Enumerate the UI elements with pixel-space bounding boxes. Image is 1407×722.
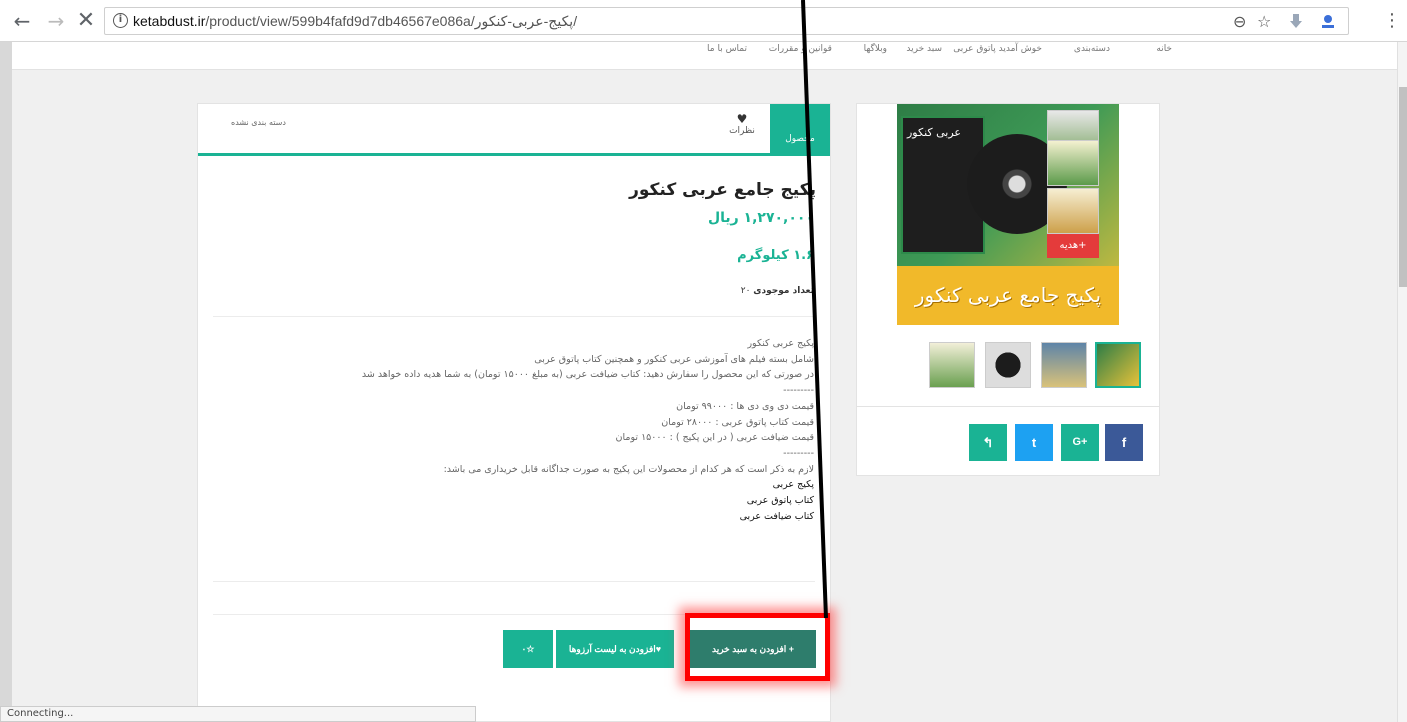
thumbnail[interactable]: [929, 342, 975, 388]
nav-item[interactable]: دسته‌بندی: [1074, 44, 1110, 54]
product-main-image[interactable]: عربی کنکور +هدیه پکیج جامع عربی کنکور: [897, 104, 1119, 325]
stock-label: تعداد موجودی: [753, 286, 814, 296]
box-title: عربی کنکور: [907, 126, 961, 139]
scrollbar-thumb[interactable]: [1399, 87, 1407, 287]
highlight-box: [685, 613, 830, 681]
facebook-icon[interactable]: f: [1105, 424, 1143, 461]
thumbnail-active[interactable]: [1095, 342, 1141, 388]
status-bar: Connecting...: [0, 706, 476, 722]
address-bar[interactable]: i ketabdust.ir/product/view/599b4fafd9d7…: [104, 7, 1349, 35]
nav-item[interactable]: خانه: [1156, 44, 1172, 54]
description-line: پکیج عربی: [772, 479, 814, 491]
bookmark-star-icon[interactable]: ☆: [1257, 12, 1271, 31]
product-banner: پکیج جامع عربی کنکور: [897, 266, 1119, 325]
window-edge: [0, 42, 12, 706]
download-extension-icon[interactable]: [1288, 13, 1304, 29]
product-gallery: عربی کنکور +هدیه پکیج جامع عربی کنکور ↰ …: [856, 103, 1160, 476]
page-scrollbar[interactable]: [1397, 42, 1407, 722]
product-title: پکیج جامع عربی کنکور: [629, 180, 816, 200]
url-text: ketabdust.ir/product/view/599b4fafd9d7db…: [133, 13, 577, 30]
close-icon[interactable]: ✕: [74, 9, 98, 33]
heart-icon: ♥: [736, 112, 748, 126]
nav-item[interactable]: سبد خرید: [906, 44, 942, 54]
side-book-image: [1047, 140, 1099, 186]
description-line: قیمت ضیافت عربی ( در این پکیج ) : ۱۵۰۰۰ …: [615, 432, 814, 444]
add-to-wishlist-button[interactable]: ♥افزودن به لیست آرزوها: [556, 630, 674, 668]
nav-item[interactable]: قوانین و مقررات: [769, 44, 832, 54]
thumbnail[interactable]: [985, 342, 1031, 388]
product-weight: ۱.۶ کیلوگرم: [737, 248, 814, 263]
description-line: قیمت دی وی دی ها : ۹۹۰۰۰ تومان: [676, 400, 814, 412]
category-label: دسته بندی نشده: [231, 118, 286, 127]
stock-info: تعداد موجودی ۲۰: [741, 286, 814, 296]
gift-badge: +هدیه: [1047, 234, 1099, 258]
description-line: در صورتی که این محصول را سفارش دهید: کتا…: [361, 369, 814, 381]
site-navigation: خانه دسته‌بندی خوش آمدید پاتوق عربی سبد …: [12, 42, 1397, 70]
description-line: کتاب ضیافت عربی: [739, 510, 814, 522]
description-line: کتاب پاتوق عربی: [746, 495, 814, 507]
description-line: پکیج عربی کنکور: [747, 338, 814, 349]
nav-item[interactable]: وبلاگها: [864, 44, 887, 54]
product-tabs: محصول ♥ نظرات دسته بندی نشده: [198, 104, 830, 156]
url-path: /product/view/599b4fafd9d7db46567e086a/پ…: [205, 13, 578, 29]
thumbnail-strip: [927, 342, 1147, 392]
description-line: شامل بسته فیلم های آموزشی عربی کنکور و ه…: [534, 353, 814, 365]
twitter-icon[interactable]: t: [1015, 424, 1053, 461]
description-line: ---------: [783, 447, 814, 459]
tab-product[interactable]: محصول: [770, 104, 830, 156]
nav-item[interactable]: خوش آمدید پاتوق عربی: [953, 44, 1042, 54]
stock-value: ۲۰: [740, 286, 751, 296]
divider: [213, 316, 815, 317]
menu-dots-icon[interactable]: ⋮: [1383, 12, 1401, 30]
product-description: پکیج عربی کنکور شامل بسته فیلم های آموزش…: [214, 336, 814, 524]
tab-reviews[interactable]: ♥ نظرات: [722, 112, 762, 136]
browser-toolbar: ← → ✕ i ketabdust.ir/product/view/599b4f…: [0, 0, 1407, 42]
zoom-icon[interactable]: ⊖: [1233, 12, 1246, 31]
url-host: ketabdust.ir: [133, 13, 206, 29]
product-price: ۱,۲۷۰,۰۰۰ ریال: [707, 210, 814, 226]
rating-button[interactable]: ☆٠: [503, 630, 553, 668]
reply-icon[interactable]: ↰: [969, 424, 1007, 461]
forward-arrow-icon[interactable]: →: [44, 9, 68, 33]
description-line: ---------: [783, 385, 814, 397]
tab-reviews-label: نظرات: [729, 126, 755, 136]
nav-item[interactable]: تماس با ما: [707, 44, 747, 54]
thumbnail[interactable]: [1041, 342, 1087, 388]
divider: [213, 581, 815, 582]
side-book-image: [1047, 188, 1099, 234]
info-icon[interactable]: i: [113, 13, 128, 28]
description-line: لازم به ذکر است که هر کدام از محصولات ای…: [443, 463, 814, 475]
divider: [857, 406, 1159, 407]
google-plus-icon[interactable]: G+: [1061, 424, 1099, 461]
account-extension-icon[interactable]: [1320, 13, 1336, 29]
description-line: قیمت کتاب پاتوق عربی : ۲۸۰۰۰ تومان: [661, 416, 814, 428]
back-arrow-icon[interactable]: ←: [10, 9, 34, 33]
